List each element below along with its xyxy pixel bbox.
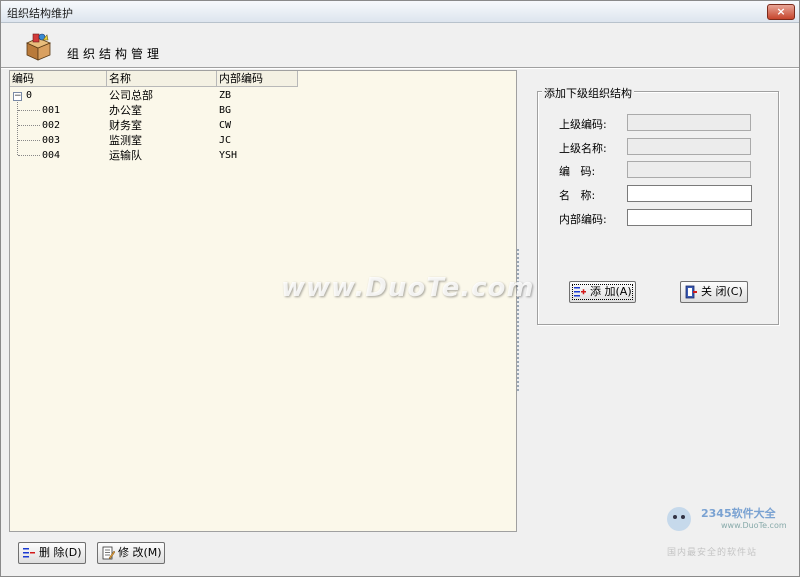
- row-name: 财务室: [109, 119, 142, 132]
- row-inner-code: JC: [219, 135, 232, 146]
- add-button-label: 添 加(A): [590, 285, 632, 298]
- tree-row[interactable]: 004 运输队 YSH: [10, 149, 310, 164]
- delete-icon: [23, 548, 35, 558]
- add-icon: [574, 287, 586, 297]
- panel-splitter[interactable]: [517, 249, 521, 391]
- edit-document-icon: [102, 546, 115, 560]
- page-title: 组织结构管理: [67, 47, 164, 61]
- edit-button[interactable]: 修 改(M): [97, 542, 165, 564]
- close-button-label: 关 闭(C): [701, 285, 743, 298]
- parent-name-label: 上级名称:: [559, 142, 607, 155]
- inner-code-input[interactable]: [627, 209, 752, 226]
- row-inner-code: ZB: [219, 90, 232, 101]
- column-header-name[interactable]: 名称: [107, 71, 217, 87]
- close-button[interactable]: 关 闭(C): [680, 281, 748, 303]
- row-name: 公司总部: [109, 89, 153, 102]
- name-label: 名 称:: [559, 189, 596, 202]
- brand-url: www.DuoTe.com: [721, 521, 787, 530]
- row-code: 002: [42, 120, 61, 131]
- corner-logo: 2345软件大全 www.DuoTe.com 国内最安全的软件站: [661, 501, 800, 561]
- add-button[interactable]: 添 加(A): [569, 281, 636, 303]
- brand-slogan: 国内最安全的软件站: [667, 548, 758, 558]
- name-input[interactable]: [627, 185, 752, 202]
- row-name: 运输队: [109, 149, 142, 162]
- window-title: 组织结构维护: [7, 7, 73, 20]
- row-code: 004: [42, 150, 61, 161]
- tree-row[interactable]: 003 监测室 JC: [10, 134, 310, 149]
- row-inner-code: YSH: [219, 150, 238, 161]
- code-label: 编 码:: [559, 165, 596, 178]
- row-name: 办公室: [109, 104, 142, 117]
- watermark-text: www.DuoTe.com: [281, 273, 535, 303]
- tree-row[interactable]: − 0 公司总部 ZB: [10, 89, 310, 104]
- box-gift-icon: [26, 33, 52, 61]
- delete-button-label: 删 除(D): [39, 546, 82, 559]
- header-area: 组织结构管理: [1, 23, 799, 68]
- inner-code-label: 内部编码:: [559, 213, 607, 226]
- parent-code-label: 上级编码:: [559, 118, 607, 131]
- row-code: 003: [42, 135, 61, 146]
- tree-row[interactable]: 001 办公室 BG: [10, 104, 310, 119]
- close-window-button[interactable]: ×: [767, 4, 795, 20]
- column-header-inner-code[interactable]: 内部编码: [217, 71, 298, 87]
- parent-code-input: [627, 114, 751, 131]
- parent-name-input: [627, 138, 751, 155]
- code-input: [627, 161, 751, 178]
- row-code: 0: [26, 90, 33, 101]
- row-name: 监测室: [109, 134, 142, 147]
- tree-row[interactable]: 002 财务室 CW: [10, 119, 310, 134]
- brand-name: 2345软件大全: [701, 507, 776, 520]
- collapse-icon[interactable]: −: [13, 92, 22, 101]
- edit-button-label: 修 改(M): [118, 546, 162, 559]
- exit-door-icon: [685, 285, 697, 299]
- row-inner-code: CW: [219, 120, 232, 131]
- header-divider: [1, 67, 799, 69]
- main-window: 组织结构维护 × 组织结构管理 编码 名称 内部编码 − 0 公司总部 ZB 0…: [0, 0, 800, 577]
- column-header-code[interactable]: 编码: [10, 71, 107, 87]
- row-code: 001: [42, 105, 61, 116]
- delete-button[interactable]: 删 除(D): [18, 542, 86, 564]
- groupbox-title: 添加下级组织结构: [542, 85, 634, 101]
- title-bar[interactable]: 组织结构维护 ×: [1, 1, 799, 23]
- row-inner-code: BG: [219, 105, 232, 116]
